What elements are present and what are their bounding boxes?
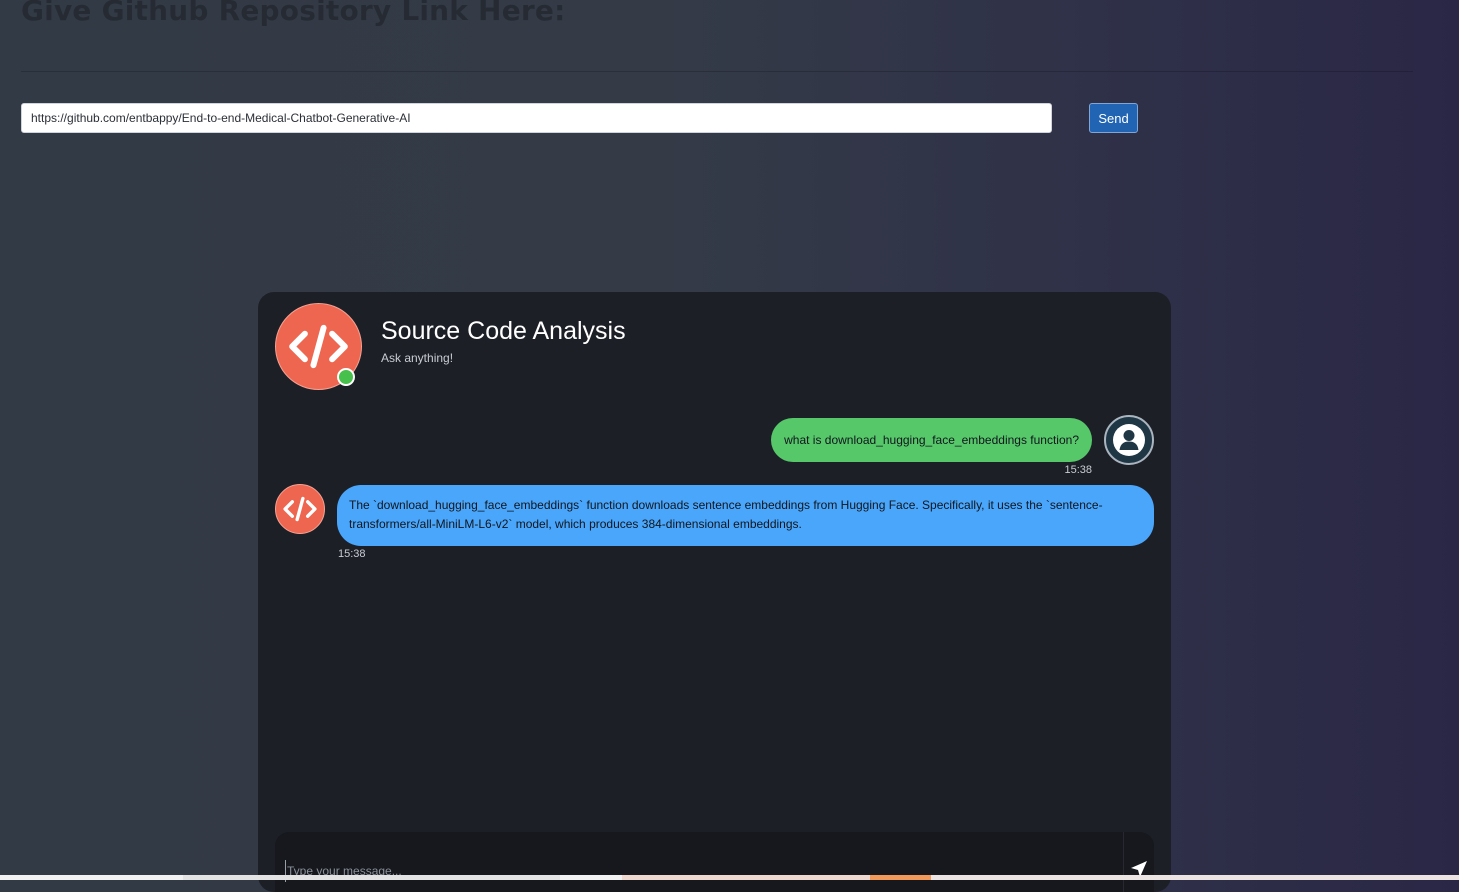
composer-divider <box>1123 832 1124 892</box>
chat-title: Source Code Analysis <box>381 317 626 345</box>
taskbar-segment <box>183 875 560 880</box>
page-title: Give Github Repository Link Here: <box>21 0 566 27</box>
repo-url-input[interactable] <box>21 103 1052 133</box>
bot-message-time: 15:38 <box>338 548 366 560</box>
taskbar-segment <box>931 875 1459 880</box>
message-composer <box>275 832 1154 892</box>
taskbar-segment <box>560 875 622 880</box>
taskbar-segment <box>622 875 870 880</box>
user-message-bubble: what is download_hugging_face_embeddings… <box>771 418 1092 462</box>
bot-message-avatar <box>275 484 325 534</box>
taskbar-strip <box>0 875 1459 880</box>
send-repo-button[interactable]: Send <box>1089 103 1138 133</box>
chat-card: Source Code Analysis Ask anything! what … <box>258 292 1171 892</box>
taskbar-segment <box>0 875 183 880</box>
taskbar-segment <box>870 875 931 880</box>
user-avatar <box>1104 415 1154 465</box>
chat-subtitle: Ask anything! <box>381 351 454 365</box>
user-message-time: 15:38 <box>1064 464 1092 476</box>
bot-message-bubble: The `download_hugging_face_embeddings` f… <box>337 485 1154 546</box>
user-icon <box>1113 424 1145 456</box>
divider <box>21 71 1413 72</box>
online-status-dot <box>337 368 355 386</box>
code-icon <box>283 496 317 522</box>
